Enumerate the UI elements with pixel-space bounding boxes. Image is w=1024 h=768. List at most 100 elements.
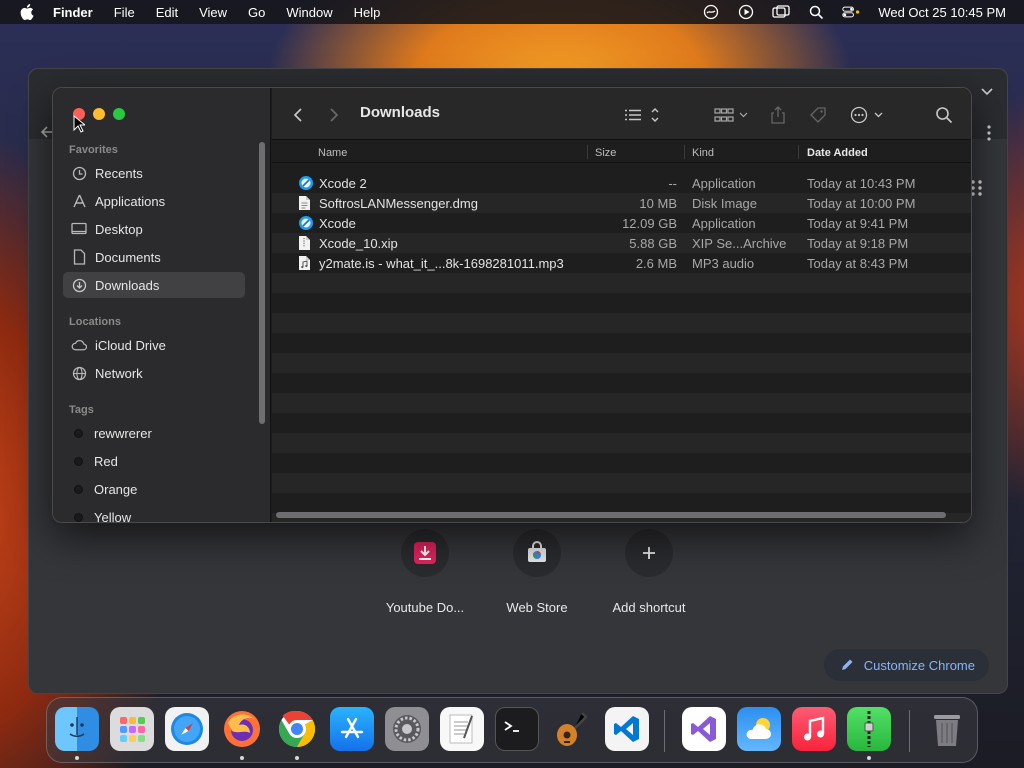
column-divider[interactable] bbox=[684, 145, 685, 159]
window-title: Downloads bbox=[360, 104, 441, 121]
file-size: 12.09 GB bbox=[622, 216, 677, 231]
app-store-icon[interactable] bbox=[330, 707, 374, 751]
sidebar-tag-orange[interactable]: Orange bbox=[63, 476, 245, 502]
menu-window[interactable]: Window bbox=[286, 5, 332, 20]
search-button[interactable] bbox=[935, 106, 953, 124]
menu-go[interactable]: Go bbox=[248, 5, 265, 20]
document-icon bbox=[298, 195, 313, 211]
row-stripe bbox=[272, 273, 971, 293]
document-icon bbox=[71, 249, 87, 265]
spotlight-search-icon[interactable] bbox=[807, 3, 825, 21]
sidebar-item-icloud-drive[interactable]: iCloud Drive bbox=[63, 332, 245, 358]
column-size[interactable]: Size bbox=[595, 147, 616, 159]
row-stripe bbox=[272, 473, 971, 493]
document-icon bbox=[298, 235, 313, 251]
file-row[interactable]: Xcode 12.09 GB Application Today at 9:41… bbox=[272, 213, 971, 233]
menu-help[interactable]: Help bbox=[354, 5, 381, 20]
firefox-icon[interactable] bbox=[220, 707, 264, 751]
sidebar-item-applications[interactable]: Applications bbox=[63, 188, 245, 214]
finder-icon[interactable] bbox=[55, 707, 99, 751]
menu-app-name[interactable]: Finder bbox=[53, 5, 93, 20]
customize-chrome-button[interactable]: Customize Chrome bbox=[823, 649, 989, 681]
sidebar-item-desktop[interactable]: Desktop bbox=[63, 216, 245, 242]
desktop-icon bbox=[71, 221, 87, 237]
weather-icon[interactable] bbox=[737, 707, 781, 751]
sidebar-item-label: Documents bbox=[95, 249, 161, 265]
sidebar-item-documents[interactable]: Documents bbox=[63, 244, 245, 270]
control-center-icon[interactable] bbox=[842, 3, 860, 21]
list-view-icon bbox=[625, 108, 659, 122]
sidebar-scrollbar[interactable] bbox=[259, 142, 265, 424]
pencil-icon bbox=[841, 659, 853, 670]
running-indicator bbox=[867, 756, 871, 760]
action-menu-button[interactable] bbox=[850, 106, 886, 124]
sidebar-item-network[interactable]: Network bbox=[63, 360, 245, 386]
file-date-added: Today at 9:41 PM bbox=[807, 216, 909, 231]
sidebar-tag-yellow[interactable]: Yellow bbox=[63, 504, 245, 522]
menu-file[interactable]: File bbox=[114, 5, 135, 20]
apps-grid-icon[interactable] bbox=[971, 179, 983, 197]
column-date-added[interactable]: Date Added bbox=[807, 147, 868, 159]
vpn-status-icon[interactable] bbox=[702, 3, 720, 21]
forward-button[interactable] bbox=[328, 106, 340, 124]
row-stripe bbox=[272, 353, 971, 373]
file-row[interactable]: Xcode_10.xip 5.88 GB XIP Se...Archive To… bbox=[272, 233, 971, 253]
archive-utility-icon[interactable] bbox=[847, 707, 891, 751]
column-kind[interactable]: Kind bbox=[692, 147, 714, 159]
back-button[interactable] bbox=[292, 106, 304, 124]
apple-menu-icon[interactable] bbox=[19, 4, 35, 20]
zoom-window-button[interactable] bbox=[113, 108, 125, 120]
tag-icon bbox=[810, 107, 826, 123]
chrome-menu-icon[interactable] bbox=[987, 125, 991, 141]
share-button[interactable] bbox=[770, 106, 786, 124]
shortcut-web-store[interactable]: Web Store bbox=[481, 529, 593, 615]
group-button[interactable] bbox=[714, 106, 750, 124]
file-row[interactable]: Xcode 2 -- Application Today at 10:43 PM bbox=[272, 173, 971, 193]
chevron-right-icon bbox=[330, 108, 339, 122]
plus-icon bbox=[625, 529, 673, 577]
safari-icon[interactable] bbox=[165, 707, 209, 751]
chrome-icon[interactable] bbox=[275, 707, 319, 751]
screen-mirroring-icon[interactable] bbox=[772, 3, 790, 21]
view-mode-button[interactable] bbox=[624, 106, 660, 124]
system-settings-icon[interactable] bbox=[385, 707, 429, 751]
menu-clock[interactable]: Wed Oct 25 10:45 PM bbox=[878, 5, 1006, 20]
minimize-window-button[interactable] bbox=[93, 108, 105, 120]
sidebar-item-label: Recents bbox=[95, 165, 143, 181]
tag-button[interactable] bbox=[809, 106, 827, 124]
column-name[interactable]: Name bbox=[318, 147, 347, 159]
sidebar-tag-red[interactable]: Red bbox=[63, 448, 245, 474]
clock-icon bbox=[71, 165, 87, 181]
file-row[interactable]: SoftrosLANMessenger.dmg 10 MB Disk Image… bbox=[272, 193, 971, 213]
sidebar-tag-rewwrerer[interactable]: rewwrerer bbox=[63, 420, 245, 446]
sidebar-item-downloads[interactable]: Downloads bbox=[63, 272, 245, 298]
file-date-added: Today at 10:00 PM bbox=[807, 196, 916, 211]
column-divider[interactable] bbox=[587, 145, 588, 159]
trash-icon[interactable] bbox=[925, 707, 969, 751]
shortcut-youtube-downloader[interactable]: Youtube Do... bbox=[369, 529, 481, 615]
menu-view[interactable]: View bbox=[199, 5, 227, 20]
app-icon bbox=[298, 215, 313, 231]
visual-studio-icon[interactable] bbox=[682, 707, 726, 751]
file-date-added: Today at 8:43 PM bbox=[807, 256, 909, 271]
file-row[interactable]: y2mate.is - what_it_...8k-1698281011.mp3… bbox=[272, 253, 971, 273]
launchpad-icon[interactable] bbox=[110, 707, 154, 751]
column-divider[interactable] bbox=[798, 145, 799, 159]
vscode-icon[interactable] bbox=[605, 707, 649, 751]
sidebar-item-recents[interactable]: Recents bbox=[63, 160, 245, 186]
screen-recording-icon[interactable] bbox=[737, 3, 755, 21]
textedit-icon[interactable] bbox=[440, 707, 484, 751]
share-icon bbox=[771, 106, 785, 124]
tag-dot-icon bbox=[74, 484, 83, 494]
youtube-downloader-icon bbox=[401, 529, 449, 577]
file-kind: Application bbox=[692, 216, 756, 231]
terminal-icon[interactable] bbox=[495, 707, 539, 751]
chevron-down-icon[interactable] bbox=[979, 83, 995, 99]
garageband-icon[interactable] bbox=[550, 707, 594, 751]
add-shortcut-button[interactable]: Add shortcut bbox=[593, 529, 705, 615]
file-list: Xcode 2 -- Application Today at 10:43 PM… bbox=[272, 173, 971, 522]
horizontal-scrollbar[interactable] bbox=[276, 512, 946, 518]
chevron-left-icon bbox=[293, 108, 302, 122]
menu-edit[interactable]: Edit bbox=[156, 5, 178, 20]
music-icon[interactable] bbox=[792, 707, 836, 751]
